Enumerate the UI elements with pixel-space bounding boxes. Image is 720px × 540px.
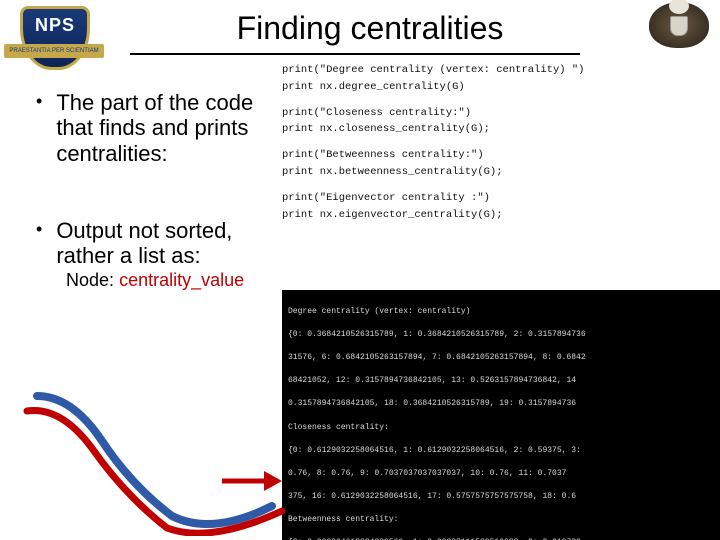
eagle-icon — [649, 2, 709, 48]
term-line: 31576, 6: 0.6842105263157894, 7: 0.68421… — [288, 352, 716, 364]
code-line: print nx.closeness_centrality(G); — [282, 121, 712, 138]
code-line: print("Betweenness centrality:") — [282, 147, 712, 164]
term-line: 0.3157894736842105, 18: 0.36842105263157… — [288, 398, 716, 410]
shield-icon: NPS — [20, 6, 90, 70]
bullet-text: The part of the code that finds and prin… — [56, 90, 276, 166]
nps-logo: NPS PRAESTANTIA PER SCIENTIAM — [10, 6, 110, 76]
bullet-item: • Output not sorted, rather a list as: N… — [36, 218, 276, 292]
term-line: {0: 0.6129032258064516, 1: 0.61290322580… — [288, 445, 716, 457]
code-line: print nx.degree_centrality(G) — [282, 79, 712, 96]
arrow-icon — [220, 468, 282, 494]
page-title: Finding centralities — [160, 10, 580, 47]
code-block: print("Closeness centrality:") print nx.… — [282, 105, 712, 139]
nps-motto: PRAESTANTIA PER SCIENTIAM — [4, 44, 104, 58]
bullet-subtext: Node: centrality_value — [66, 270, 276, 291]
term-line: Degree centrality (vertex: centrality) — [288, 306, 716, 318]
title-underline — [130, 53, 580, 55]
code-line: print("Eigenvector centrality :") — [282, 190, 712, 207]
sub-value: centrality_value — [119, 270, 244, 290]
code-line: print nx.betweenness_centrality(G); — [282, 164, 712, 181]
code-line: print("Degree centrality (vertex: centra… — [282, 62, 712, 79]
code-block: print("Betweenness centrality:") print n… — [282, 147, 712, 181]
wave-decoration-icon — [22, 386, 287, 536]
code-line: print("Closeness centrality:") — [282, 105, 712, 122]
term-line: Betweenness centrality: — [288, 514, 716, 526]
code-line: print nx.eigenvector_centrality(G); — [282, 207, 712, 224]
term-line: 68421052, 12: 0.3157894736842105, 13: 0.… — [288, 375, 716, 387]
term-line: {0: 0.3684210526315789, 1: 0.36842105263… — [288, 329, 716, 341]
bullet-text: Output not sorted, rather a list as: — [56, 218, 276, 269]
bullet-list: • The part of the code that finds and pr… — [36, 90, 276, 343]
sub-label: Node: — [66, 270, 114, 290]
term-line: 0.76, 8: 0.76, 9: 0.7037037037037037, 10… — [288, 468, 716, 480]
code-block: print("Eigenvector centrality :") print … — [282, 190, 712, 224]
bullet-dot-icon: • — [36, 218, 42, 241]
title-block: Finding centralities — [160, 10, 580, 55]
code-block: print("Degree centrality (vertex: centra… — [282, 62, 712, 96]
terminal-output: Degree centrality (vertex: centrality) {… — [282, 290, 720, 540]
bullet-dot-icon: • — [36, 90, 42, 113]
code-snippet: print("Degree centrality (vertex: centra… — [282, 62, 712, 232]
term-line: 375, 16: 0.6129032258064516, 17: 0.57575… — [288, 491, 716, 503]
bullet-item: • The part of the code that finds and pr… — [36, 90, 276, 166]
nps-initials: NPS — [23, 9, 87, 36]
term-line: Closeness centrality: — [288, 422, 716, 434]
